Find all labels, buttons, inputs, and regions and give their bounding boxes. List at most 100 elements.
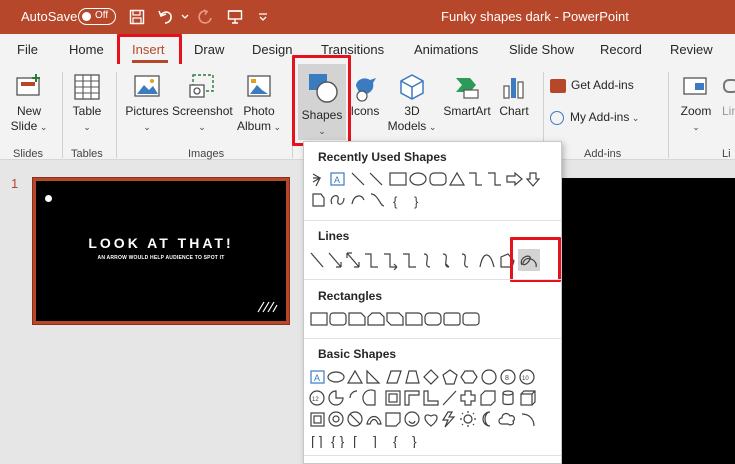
oval-shape[interactable] [327,371,345,383]
octagon-shape[interactable]: 8 [500,369,516,385]
round-same-side-rectangle-shape[interactable] [443,312,461,326]
my-addins-button[interactable]: My Add-ins ⌄ [550,110,660,126]
tab-insert[interactable]: Insert [132,42,165,57]
heart-shape[interactable] [424,414,438,427]
double-brace-shape[interactable]: { } [331,433,345,448]
snip-same-side-rectangle-shape[interactable] [367,312,385,326]
tab-transitions[interactable]: Transitions [321,42,384,57]
rounded-rectangle-shape[interactable] [329,312,347,326]
tab-home[interactable]: Home [69,42,104,57]
recent-down-arrow-shape[interactable] [525,172,541,187]
plaque-shape[interactable] [480,390,496,406]
redo-icon[interactable] [194,6,216,28]
pentagon-shape[interactable] [442,369,458,385]
can-shape[interactable] [502,390,514,406]
tab-record[interactable]: Record [600,42,642,57]
tab-review[interactable]: Review [670,42,713,57]
left-brace-shape[interactable]: { [393,433,398,448]
curved-arrow-connector-shape[interactable] [442,253,450,268]
present-from-start-icon[interactable] [224,6,246,28]
elbow-connector-shape[interactable] [365,253,378,268]
recent-brace-shape[interactable]: } [414,194,419,209]
screenshot-button[interactable]: Screenshot ⌄ [172,72,233,135]
save-icon[interactable] [126,6,148,28]
photo-album-button[interactable]: Photo Album ⌄ [234,72,284,135]
cloud-shape[interactable] [498,412,516,426]
cube-shape[interactable] [520,390,536,406]
right-brace-shape[interactable]: } [412,433,417,448]
isosceles-triangle-shape[interactable] [346,369,364,384]
snip-round-rectangle-shape[interactable] [405,312,423,326]
tab-animations[interactable]: Animations [414,42,478,57]
rectangle-shape[interactable] [310,312,328,326]
teardrop-shape[interactable] [362,389,376,406]
link-button[interactable]: Lin [722,72,735,119]
tab-slide-show[interactable]: Slide Show [509,42,574,57]
recent-triangle-shape[interactable] [448,171,466,186]
customize-qat-icon[interactable] [252,6,274,28]
textbox-shape[interactable]: A [310,370,325,384]
pie-shape[interactable] [328,390,344,406]
block-arc-shape[interactable] [366,415,382,425]
recent-freeform-shape[interactable] [351,195,365,205]
sun-shape[interactable] [460,411,476,427]
line-shape[interactable] [310,252,324,268]
recent-textbox-shape[interactable]: A [330,172,345,186]
recent-brace-shape[interactable]: { [393,194,398,209]
round-single-corner-rectangle-shape[interactable] [424,312,442,326]
cross-shape[interactable] [460,390,476,406]
decagon-shape[interactable]: 10 [519,369,535,385]
right-bracket-shape[interactable]: ] [373,433,377,448]
line-double-arrow-shape[interactable] [346,252,360,268]
shapes-button[interactable]: Shapes ⌄ [298,64,346,140]
recent-rounded-rect-shape[interactable] [429,172,447,186]
recent-shape[interactable] [312,173,322,187]
diagonal-stripe-shape[interactable] [442,390,457,406]
parallelogram-shape[interactable] [386,370,402,384]
chord-shape[interactable] [349,390,358,399]
slide-canvas[interactable] [560,178,735,464]
left-bracket-shape[interactable]: [ [353,433,357,448]
moon-shape[interactable] [482,411,491,427]
tab-design[interactable]: Design [252,42,292,57]
half-frame-shape[interactable] [404,390,420,406]
smartart-button[interactable]: SmartArt [440,72,494,119]
folded-corner-shape[interactable] [385,412,401,427]
get-addins-button[interactable]: Get Add-ins [550,78,660,93]
dodecagon-shape[interactable]: 12 [309,390,325,406]
recent-elbow-shape[interactable] [488,172,501,186]
icons-button[interactable]: Icons [348,72,382,119]
recent-curve-shape[interactable] [370,193,385,207]
recent-rectangle-shape[interactable] [389,172,407,186]
double-bracket-shape[interactable]: [ ] [311,433,323,448]
pictures-button[interactable]: Pictures ⌄ [124,72,170,135]
donut-shape[interactable] [328,411,344,427]
diamond-shape[interactable] [423,369,439,385]
frame-shape[interactable] [385,390,401,406]
recent-scribble-shape[interactable] [330,195,345,205]
3d-models-button[interactable]: 3D Models ⌄ [386,72,438,135]
recent-elbow-shape[interactable] [469,172,482,186]
recent-line-shape[interactable] [369,172,383,186]
curved-connector-shape[interactable] [423,253,431,268]
elbow-double-arrow-shape[interactable] [403,253,416,268]
no-symbol-shape[interactable] [347,411,363,427]
new-slide-button[interactable]: New Slide ⌄ [6,72,52,135]
slide-thumbnail[interactable]: LOOK AT THAT! AN ARROW WOULD HELP AUDIEN… [32,177,290,325]
round-diagonal-rectangle-shape[interactable] [462,312,480,326]
elbow-arrow-connector-shape[interactable] [384,253,398,271]
zoom-button[interactable]: Zoom ⌄ [676,72,716,135]
autosave-toggle[interactable]: Off [78,8,116,25]
snip-corner-rectangle-shape[interactable] [348,312,366,326]
recent-line-shape[interactable] [351,172,365,186]
smiley-face-shape[interactable] [404,411,420,427]
snip-diagonal-rectangle-shape[interactable] [386,312,404,326]
l-shape[interactable] [423,390,439,406]
line-arrow-shape[interactable] [328,252,342,268]
freeform-shape[interactable] [500,253,515,268]
trapezoid-shape[interactable] [405,370,420,384]
recent-snip-shape[interactable] [312,193,325,207]
recent-right-arrow-shape[interactable] [506,171,523,187]
curve-shape[interactable] [479,254,495,268]
tab-file[interactable]: File [17,42,38,57]
